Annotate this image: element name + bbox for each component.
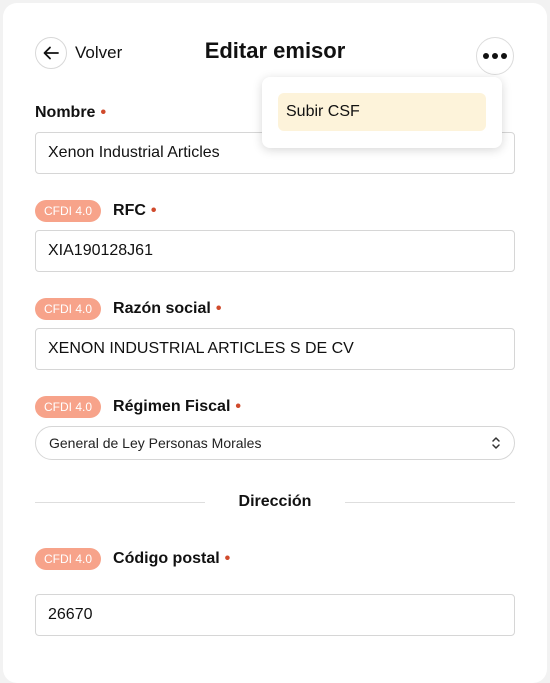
required-marker: • bbox=[235, 398, 241, 415]
razon-social-label: Razón social bbox=[113, 300, 211, 317]
required-marker: • bbox=[224, 550, 231, 567]
cfdi-badge: CFDI 4.0 bbox=[35, 396, 102, 418]
regimen-fiscal-select[interactable]: General de Ley Personas Morales bbox=[35, 426, 515, 460]
codigo-postal-label-row: CFDI 4.0 Código postal • bbox=[35, 548, 230, 570]
more-horizontal-icon bbox=[483, 53, 489, 59]
codigo-postal-label: Código postal bbox=[113, 550, 220, 567]
regimen-fiscal-label-row: CFDI 4.0 Régimen Fiscal • bbox=[35, 396, 241, 418]
regimen-fiscal-value: General de Ley Personas Morales bbox=[49, 435, 262, 451]
codigo-postal-input[interactable]: 26670 bbox=[35, 594, 515, 636]
more-dot bbox=[501, 53, 507, 59]
rfc-input[interactable]: XIA190128J61 bbox=[35, 230, 515, 272]
regimen-fiscal-label: Régimen Fiscal bbox=[113, 398, 231, 415]
razon-social-input[interactable]: XENON INDUSTRIAL ARTICLES S DE CV bbox=[35, 328, 515, 370]
nombre-label: Nombre bbox=[35, 104, 96, 121]
more-options-button[interactable] bbox=[476, 37, 514, 75]
razon-social-label-row: CFDI 4.0 Razón social • bbox=[35, 298, 221, 320]
rfc-label: RFC bbox=[113, 202, 146, 219]
required-marker: • bbox=[100, 104, 107, 121]
nombre-label-row: Nombre • bbox=[35, 102, 106, 124]
section-divider-right bbox=[345, 502, 515, 503]
required-marker: • bbox=[150, 202, 157, 219]
page-title: Editar emisor bbox=[204, 38, 346, 63]
more-dot bbox=[492, 53, 498, 59]
cfdi-badge: CFDI 4.0 bbox=[35, 200, 102, 222]
options-dropdown: Subir CSF bbox=[262, 77, 502, 148]
required-marker: • bbox=[215, 300, 222, 317]
chevron-up-down-icon bbox=[492, 437, 500, 449]
rfc-label-row: CFDI 4.0 RFC • bbox=[35, 200, 157, 222]
cfdi-badge: CFDI 4.0 bbox=[35, 298, 102, 320]
cfdi-badge: CFDI 4.0 bbox=[35, 548, 102, 570]
menu-item-subir-csf[interactable]: Subir CSF bbox=[278, 93, 486, 131]
